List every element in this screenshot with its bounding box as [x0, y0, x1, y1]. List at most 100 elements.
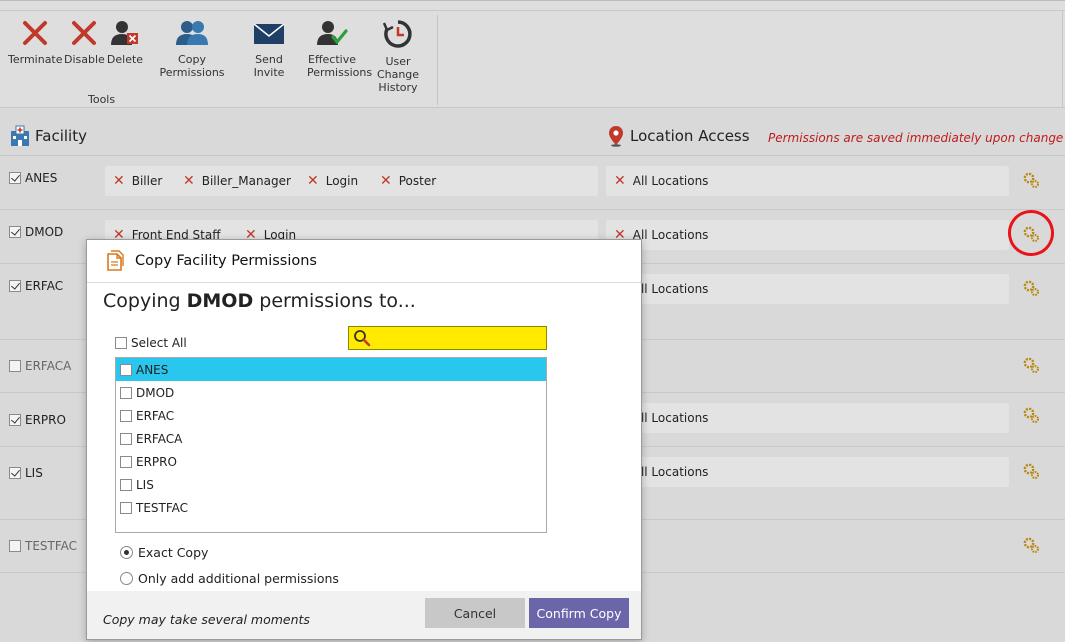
user-change-history-button[interactable]: User Change History: [366, 19, 430, 94]
facility-column-header: Facility: [9, 125, 87, 147]
remove-icon[interactable]: ✕: [307, 174, 319, 188]
search-input[interactable]: [348, 326, 547, 350]
gears-icon[interactable]: [1022, 406, 1040, 424]
remove-icon[interactable]: ✕: [183, 174, 195, 188]
facility-checkbox-label[interactable]: ERFACA: [9, 359, 71, 373]
remove-icon[interactable]: ✕: [380, 174, 392, 188]
search-icon: [354, 330, 371, 347]
facility-checkbox[interactable]: [9, 467, 21, 479]
exact-copy-option[interactable]: Exact Copy: [120, 545, 208, 560]
item-checkbox[interactable]: [120, 501, 132, 514]
item-label: ERPRO: [136, 454, 177, 469]
select-all-checkbox[interactable]: Select All: [115, 336, 187, 350]
effective-permissions-label: Effective Permissions: [307, 53, 373, 79]
item-label: LIS: [136, 477, 154, 492]
list-item[interactable]: ERFAC: [116, 404, 546, 427]
gears-icon[interactable]: [1022, 171, 1040, 189]
confirm-copy-button[interactable]: Confirm Copy: [529, 598, 629, 628]
grid-header: Facility Location Access Permissions are…: [0, 108, 1065, 156]
list-item[interactable]: TESTFAC: [116, 496, 546, 519]
item-checkbox[interactable]: [120, 363, 132, 376]
disable-label: Disable: [64, 53, 105, 66]
user-check-icon: [317, 21, 348, 45]
send-invite-button[interactable]: Send Invite: [240, 19, 298, 79]
ribbon-divider: [0, 10, 1065, 11]
list-item[interactable]: ERPRO: [116, 450, 546, 473]
list-item[interactable]: DMOD: [116, 381, 546, 404]
remove-icon[interactable]: ✕: [113, 174, 125, 188]
dialog-title-text: Copy Facility Permissions: [135, 253, 317, 269]
facility-checkbox[interactable]: [9, 280, 21, 292]
location-field[interactable]: ✕All Locations: [606, 403, 1009, 433]
additional-permissions-radio[interactable]: [120, 572, 133, 585]
role-chip: ✕ Biller: [113, 174, 162, 188]
copying-heading: Copying DMOD permissions to...: [103, 290, 416, 312]
additional-permissions-option[interactable]: Only add additional permissions: [120, 571, 339, 586]
gears-icon[interactable]: [1022, 462, 1040, 480]
item-checkbox[interactable]: [120, 409, 132, 422]
gears-icon[interactable]: [1022, 536, 1040, 554]
facility-checkbox-label[interactable]: DMOD: [9, 225, 63, 239]
facility-checkbox-label[interactable]: TESTFAC: [9, 539, 77, 553]
ribbon-divider: [1062, 10, 1063, 109]
location-header-label: Location Access: [630, 127, 750, 145]
select-all-box[interactable]: [115, 337, 127, 349]
facility-name: ERPRO: [25, 413, 66, 427]
facility-checkbox-label[interactable]: ANES: [9, 171, 57, 185]
location-label: All Locations: [632, 228, 709, 242]
facility-checkbox[interactable]: [9, 360, 21, 372]
facility-checkbox[interactable]: [9, 414, 21, 426]
location-label: All Locations: [632, 174, 709, 188]
role-label: Biller_Manager: [201, 174, 291, 188]
facility-name: ANES: [25, 171, 58, 185]
history-clock-icon: [382, 20, 412, 48]
item-checkbox[interactable]: [120, 455, 132, 468]
copy-users-icon: [176, 21, 208, 45]
facility-name: DMOD: [25, 225, 64, 239]
role-label: Login: [325, 174, 359, 188]
facility-row-anes: ANES ✕ Biller ✕ Biller_Manager ✕ Login ✕ Pos…: [0, 157, 1065, 210]
item-checkbox[interactable]: [120, 386, 132, 399]
facility-name: ERFAC: [25, 279, 64, 293]
location-field[interactable]: ✕All Locations: [606, 220, 1009, 250]
location-field[interactable]: ✕ All Locations: [606, 166, 1009, 196]
terminate-button[interactable]: Terminate: [8, 19, 63, 66]
copying-prefix: Copying: [103, 290, 187, 312]
facility-checkbox[interactable]: [9, 226, 21, 238]
list-item[interactable]: ERFACA: [116, 427, 546, 450]
location-field[interactable]: ✕All Locations: [606, 457, 1009, 487]
gears-icon[interactable]: [1022, 356, 1040, 374]
red-x-icon: [23, 21, 47, 45]
list-item[interactable]: LIS: [116, 473, 546, 496]
copy-permissions-button[interactable]: Copy Permissions: [149, 19, 235, 79]
item-checkbox[interactable]: [120, 432, 132, 445]
copy-document-icon: [107, 250, 124, 271]
effective-permissions-button[interactable]: Effective Permissions: [302, 19, 373, 79]
facility-checkbox-label[interactable]: ERFAC: [9, 279, 63, 293]
facility-list[interactable]: ANES DMOD ERFAC ERFACA ERPRO LIS TESTFAC: [115, 357, 547, 533]
role-chip: ✕ Poster: [380, 174, 436, 188]
facility-name: LIS: [25, 466, 43, 480]
facility-checkbox-label[interactable]: LIS: [9, 466, 43, 480]
list-item[interactable]: ANES: [116, 358, 546, 381]
location-label: All Locations: [632, 282, 709, 296]
roles-field[interactable]: ✕ Biller ✕ Biller_Manager ✕ Login ✕ Poster: [105, 166, 598, 196]
cancel-button[interactable]: Cancel: [425, 598, 525, 628]
footer-note: Copy may take several moments: [103, 612, 310, 627]
exact-copy-radio[interactable]: [120, 546, 133, 559]
facility-checkbox[interactable]: [9, 172, 21, 184]
map-pin-icon: [609, 126, 623, 147]
facility-checkbox-label[interactable]: ERPRO: [9, 413, 66, 427]
item-checkbox[interactable]: [120, 478, 132, 491]
remove-icon[interactable]: ✕: [614, 174, 626, 188]
disable-button[interactable]: Disable: [64, 19, 105, 66]
title-divider: [87, 282, 641, 283]
location-field[interactable]: ✕All Locations: [606, 274, 1009, 304]
gears-icon[interactable]: [1022, 279, 1040, 297]
facility-checkbox[interactable]: [9, 540, 21, 552]
delete-label: Delete: [106, 53, 144, 66]
user-change-history-label: User Change History: [376, 55, 420, 94]
delete-button[interactable]: Delete: [106, 19, 144, 66]
facility-header-label: Facility: [35, 127, 87, 145]
location-label: All Locations: [632, 411, 709, 425]
